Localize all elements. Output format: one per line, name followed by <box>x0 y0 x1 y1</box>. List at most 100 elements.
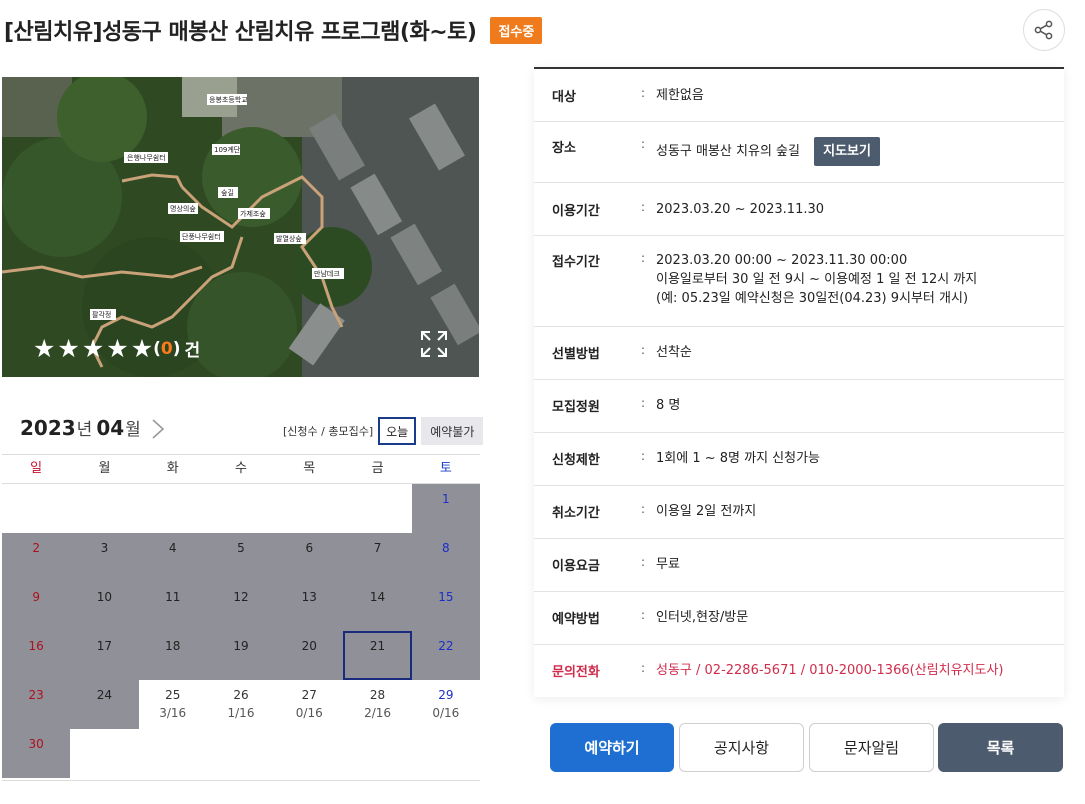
calendar-legend: [신청수 / 총모집수] 오늘 예약불가 <box>283 417 484 445</box>
page-title: [산림치유]성동구 매봉산 산림치유 프로그램(화~토) <box>4 20 477 45</box>
list-button[interactable]: 목록 <box>938 723 1063 772</box>
info-label: 이용기간 <box>552 204 600 219</box>
calendar-day-number: 21 <box>369 639 386 653</box>
calendar-month-unit: 월 <box>125 420 141 440</box>
rating-open-paren: ( <box>153 338 161 359</box>
info-value: 성동구 매봉산 치유의 숲길 지도보기 <box>656 137 1064 166</box>
calendar-empty-cell <box>139 729 207 778</box>
info-value: 성동구 / 02-2286-5671 / 010-2000-1366(산림치유지… <box>656 663 1004 678</box>
calendar-day: 7 <box>343 533 412 582</box>
rating-unit: 건 <box>184 341 201 361</box>
weekday-thu: 목 <box>303 461 316 476</box>
share-button[interactable] <box>1023 9 1065 51</box>
info-value: 1회에 1 ~ 8명 까지 신청가능 <box>656 451 821 466</box>
info-label: 장소 <box>552 141 576 156</box>
calendar-week-row: 23 24 25 3/16 26 1/16 27 0/16 28 2/16 29 0/16 <box>2 680 480 729</box>
info-value: 인터넷,현장/방문 <box>656 610 749 625</box>
map-label: 가제조숲 <box>240 209 266 218</box>
calendar-empty-cell <box>343 484 411 533</box>
legend-today: 오늘 <box>378 417 417 445</box>
calendar-day-count: 2/16 <box>364 706 392 720</box>
info-label: 이용요금 <box>552 559 600 574</box>
info-row-method: 예약방법 : 인터넷,현장/방문 <box>534 592 1064 645</box>
map-label: 숲길 <box>221 189 234 197</box>
calendar-empty-cell <box>207 484 275 533</box>
calendar-day: 13 <box>275 582 344 631</box>
star-icon: ★ <box>81 334 105 363</box>
calendar-day-number: 9 <box>32 590 40 604</box>
calendar-day: 9 <box>2 582 71 631</box>
info-colon: : <box>640 396 646 410</box>
calendar-week-row: 30 <box>2 729 480 778</box>
rating-close-paren: ) <box>172 338 181 359</box>
calendar-day[interactable]: 29 0/16 <box>412 680 480 729</box>
chevron-right-icon[interactable] <box>150 418 166 440</box>
weekday-sat: 토 <box>439 461 452 476</box>
calendar-day[interactable]: 26 1/16 <box>207 680 275 729</box>
notice-button[interactable]: 공지사항 <box>679 723 804 772</box>
map-aerial-image: 은행나무쉼터 109계단 숲길 명상의숲 가제조숲 단풍나무쉼터 발열상숲 만남… <box>2 77 479 377</box>
calendar-grid: 일 월 화 수 목 금 토 1 2 3 4 5 6 7 8 9 10 11 12 13 14 15 16 17 1… <box>2 454 480 778</box>
calendar-empty-cell <box>2 484 70 533</box>
calendar-empty-cell <box>275 484 343 533</box>
calendar-day: 21 <box>343 631 412 680</box>
expand-icon[interactable] <box>420 330 448 358</box>
calendar-day: 8 <box>411 533 480 582</box>
calendar-day-number: 19 <box>233 639 249 653</box>
calendar-day-number: 26 <box>233 688 249 702</box>
info-colon: : <box>640 555 646 569</box>
sms-alert-button[interactable]: 문자알림 <box>809 723 934 772</box>
calendar-day[interactable]: 27 0/16 <box>275 680 343 729</box>
info-colon: : <box>640 661 646 675</box>
info-row-application-period: 접수기간 : 2023.03.20 00:00 ~ 2023.11.30 00:… <box>534 236 1064 327</box>
calendar-day-number: 10 <box>96 590 113 604</box>
info-value-line: 이용일로부터 30 일 전 9시 ~ 이용예정 1 일 전 12시 까지 <box>656 272 978 287</box>
reserve-button[interactable]: 예약하기 <box>550 723 674 772</box>
calendar-day: 18 <box>138 631 207 680</box>
weekday-wed: 수 <box>235 461 247 476</box>
calendar-day-number: 1 <box>442 492 450 506</box>
weekday-fri: 금 <box>371 461 384 476</box>
calendar-day[interactable]: 28 2/16 <box>343 680 411 729</box>
rating: ★ ★ ★ ★ ★ (0) 건 <box>33 336 200 361</box>
star-rating: ★ ★ ★ ★ ★ <box>33 336 153 361</box>
calendar-day-number: 2 <box>32 541 40 555</box>
info-row-fee: 이용요금 : 무료 <box>534 539 1064 592</box>
calendar-day: 15 <box>411 582 480 631</box>
calendar-empty-cell <box>343 729 411 778</box>
calendar-day: 17 <box>70 631 139 680</box>
calendar-weekdays: 일 월 화 수 목 금 토 <box>2 454 480 484</box>
star-icon: ★ <box>33 334 56 363</box>
calendar-day: 2 <box>2 533 71 582</box>
info-colon: : <box>640 608 646 622</box>
info-row-limit: 신청제한 : 1회에 1 ~ 8명 까지 신청가능 <box>534 433 1064 486</box>
calendar-day: 5 <box>206 533 276 582</box>
map-label: 만남데크 <box>314 269 340 278</box>
title-bar: [산림치유]성동구 매봉산 산림치유 프로그램(화~토) 접수중 <box>4 14 543 46</box>
calendar-day: 24 <box>70 680 139 729</box>
calendar-day-number: 17 <box>96 639 113 653</box>
info-value: 2023.03.20 00:00 ~ 2023.11.30 00:00 이용일로… <box>656 251 1064 308</box>
info-colon: : <box>640 200 646 214</box>
weekday-tue: 화 <box>166 461 179 476</box>
info-value: 선착순 <box>656 345 692 360</box>
info-colon: : <box>640 502 646 516</box>
calendar-day-number: 6 <box>305 541 314 555</box>
map-label: 명상의숲 <box>170 204 196 213</box>
program-info-table: 대상 : 제한없음 장소 : 성동구 매봉산 치유의 숲길 지도보기 이용기간 … <box>534 67 1064 697</box>
info-row-usage-period: 이용기간 : 2023.03.20 ~ 2023.11.30 <box>534 183 1064 236</box>
calendar-day-number: 18 <box>165 639 181 653</box>
calendar-day-count: 3/16 <box>159 706 187 720</box>
calendar-day: 10 <box>70 582 139 631</box>
calendar-day-number: 14 <box>369 590 386 604</box>
view-map-button[interactable]: 지도보기 <box>814 137 880 166</box>
weekday-mon: 월 <box>98 461 111 476</box>
calendar-year: 2023 <box>20 416 76 440</box>
map-label: 팔각정 <box>92 310 111 319</box>
calendar-day[interactable]: 25 3/16 <box>139 680 207 729</box>
info-label: 문의전화 <box>552 665 600 680</box>
map-label: 109계단 <box>214 145 241 154</box>
calendar-day-number: 28 <box>369 688 386 702</box>
calendar-day: 14 <box>343 582 412 631</box>
calendar-day: 23 <box>2 680 71 729</box>
